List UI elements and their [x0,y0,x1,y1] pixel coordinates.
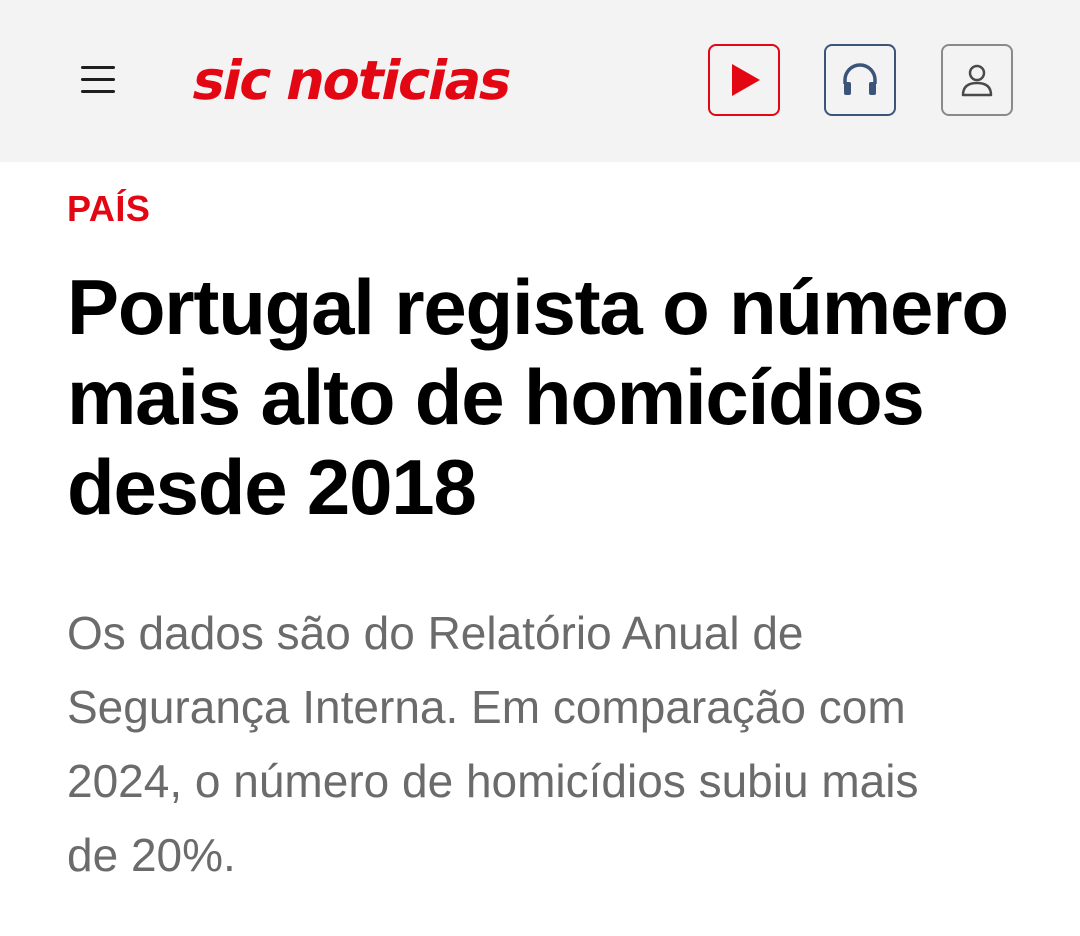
play-icon [732,64,760,96]
section-label[interactable]: PAÍS [67,188,150,230]
user-icon [961,64,993,97]
site-header: sic noticias [0,0,1080,162]
menu-line [81,90,115,93]
article-title: Portugal regista o número mais alto de h… [67,263,1009,531]
user-account-button[interactable] [941,44,1013,116]
audio-button[interactable] [824,44,896,116]
menu-line [81,66,115,69]
menu-line [81,78,115,81]
sic-noticias-logo[interactable]: sic noticias [186,46,517,116]
live-play-button[interactable] [708,44,780,116]
hamburger-menu-icon[interactable] [78,62,120,96]
article-lead: Os dados são do Relatório Anual de Segur… [67,607,919,881]
headphones-icon [843,63,877,95]
